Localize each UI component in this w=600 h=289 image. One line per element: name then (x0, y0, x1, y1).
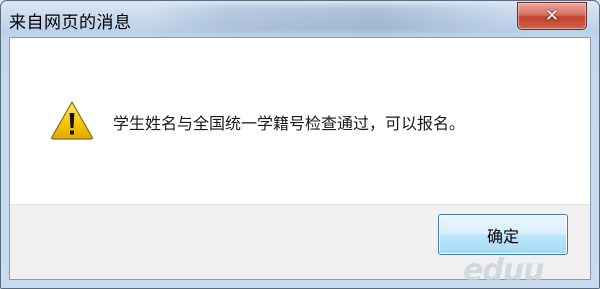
close-icon: ✕ (544, 5, 560, 26)
warning-icon (51, 101, 93, 140)
message-dialog: 来自网页的消息 ✕ 学生姓名与全国统一学籍号检查通过，可以报名。 确定 (0, 0, 600, 289)
blurred-background (151, 5, 531, 33)
close-button[interactable]: ✕ (517, 2, 587, 30)
message-text: 学生姓名与全国统一学籍号检查通过，可以报名。 (113, 114, 466, 133)
watermark-logo: eduu (463, 253, 545, 288)
message-area: 学生姓名与全国统一学籍号检查通过，可以报名。 (10, 38, 590, 204)
dialog-client-area: 学生姓名与全国统一学籍号检查通过，可以报名。 确定 (9, 37, 591, 280)
window-title: 来自网页的消息 (9, 13, 132, 33)
title-bar[interactable]: 来自网页的消息 ✕ (1, 1, 599, 37)
ok-button[interactable]: 确定 (438, 214, 568, 255)
